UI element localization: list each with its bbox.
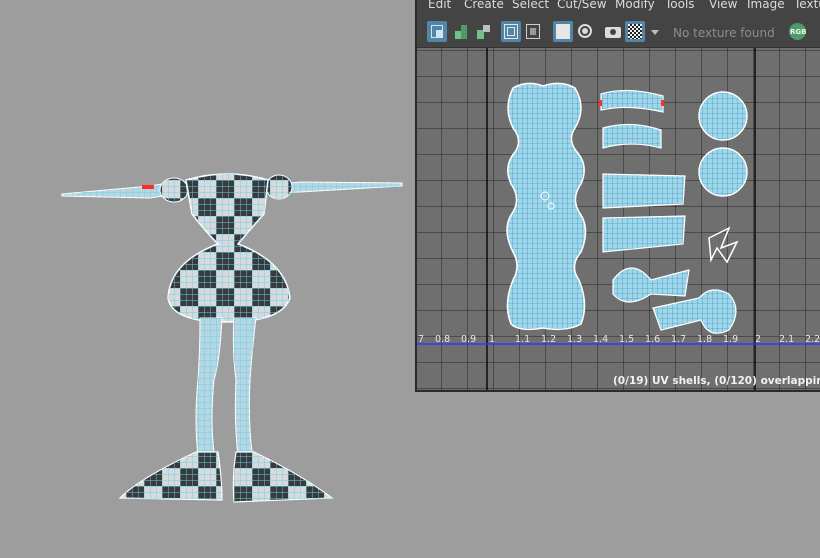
menu-modify[interactable]: Modify — [615, 0, 655, 10]
uv-shell-select-icon[interactable] — [427, 21, 447, 42]
tick-label: 1.4 — [593, 334, 608, 345]
tick-label: 1.1 — [515, 334, 530, 345]
uv-toolbar: No texture found RGB — [417, 17, 820, 48]
menu-select[interactable]: Select — [512, 0, 549, 10]
uv-layout-icon[interactable] — [451, 21, 471, 42]
menu-view[interactable]: View — [709, 0, 737, 10]
tick-label: 1.3 — [567, 334, 582, 345]
menu-textures[interactable]: Textu — [794, 0, 820, 10]
checker-pattern-icon[interactable] — [625, 21, 645, 42]
tick-label: 0.9 — [461, 334, 476, 345]
uv-menubar: Edit Create Select Cut/Sew Modify Tools … — [417, 0, 820, 15]
menu-edit[interactable]: Edit — [428, 0, 451, 10]
snap-pixel-icon[interactable] — [575, 21, 595, 42]
grid-toggle-icon[interactable] — [553, 21, 573, 42]
uv-editor-window[interactable]: Edit Create Select Cut/Sew Modify Tools … — [415, 0, 820, 392]
tick-label: 1.5 — [619, 334, 634, 345]
menu-tools[interactable]: Tools — [665, 0, 695, 10]
uv-shell-disc-1[interactable] — [698, 91, 748, 141]
tick-label: 1.2 — [541, 334, 556, 345]
uv-shell-body[interactable] — [506, 82, 587, 331]
tick-label: 1 — [489, 334, 495, 345]
leg-right-mesh — [232, 317, 257, 457]
tick-label: 2.1 — [779, 334, 794, 345]
dropdown-arrow-icon[interactable] — [649, 21, 661, 42]
menu-image[interactable]: Image — [747, 0, 785, 10]
rgb-label: RGB — [790, 28, 807, 36]
uv-shell-disc-2[interactable] — [698, 147, 748, 197]
menu-cut-sew[interactable]: Cut/Sew — [557, 0, 607, 10]
camera-icon[interactable] — [603, 21, 623, 42]
uv-shell-leg-1[interactable] — [602, 173, 686, 209]
foot-left-mesh — [118, 451, 223, 501]
uv-checker-shade-icon[interactable] — [473, 21, 493, 42]
tick-label: 1.9 — [723, 334, 738, 345]
menu-create[interactable]: Create — [464, 0, 504, 10]
arm-left-mesh — [61, 182, 171, 199]
seam-marker — [142, 185, 154, 189]
arm-right-mesh — [281, 181, 403, 194]
leg-left-mesh — [195, 317, 223, 457]
uv-shell-sleeve-bottom[interactable] — [602, 123, 662, 149]
foot-right-mesh — [232, 451, 334, 503]
uv-border-icon[interactable] — [523, 21, 543, 42]
uv-status-readout: (0/19) UV shells, (0/120) overlapping UV… — [613, 375, 820, 387]
tick-label: 1.8 — [697, 334, 712, 345]
tick-label: 1.6 — [645, 334, 660, 345]
tick-label: 0.8 — [435, 334, 450, 345]
tick-label: 2.2 — [805, 334, 820, 345]
isolate-select-icon[interactable] — [501, 21, 521, 42]
tick-label: 2 — [755, 334, 761, 345]
tick-label: 1.7 — [671, 334, 686, 345]
uv-canvas[interactable]: 7 0.8 0.9 1 1.1 1.2 1.3 1.4 1.5 1.6 1.7 … — [417, 48, 820, 390]
rgb-channel-icon[interactable]: RGB — [787, 21, 809, 42]
uv-grid: 7 0.8 0.9 1 1.1 1.2 1.3 1.4 1.5 1.6 1.7 … — [417, 48, 820, 390]
tick-label: 7 — [418, 334, 424, 345]
texture-dropdown[interactable]: No texture found — [673, 26, 775, 40]
